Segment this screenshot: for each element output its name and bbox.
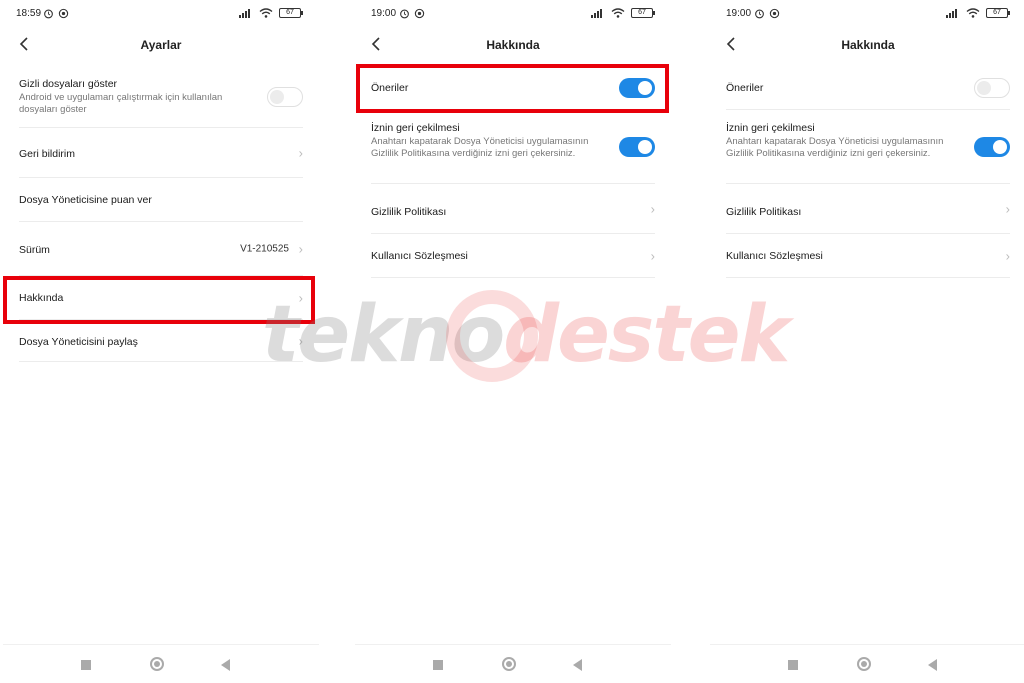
- settings-list: Gizli dosyaları göster Android ve uygula…: [3, 66, 319, 362]
- status-time: 18:59: [16, 8, 42, 19]
- row-subtitle: Android ve uygulamarı çalıştırmak için k…: [19, 92, 223, 115]
- header: Hakkında: [355, 30, 671, 60]
- chevron-right-icon: ›: [298, 145, 303, 160]
- consent-withdrawal-toggle[interactable]: [974, 136, 1010, 157]
- row-title: İznin geri çekilmesi: [371, 122, 460, 134]
- row-title: Kullanıcı Sözleşmesi: [726, 250, 823, 262]
- row-rate-app[interactable]: Dosya Yöneticisine puan ver: [19, 178, 303, 222]
- settings-screen: 18:59 67 Ayarlar Gizli dosyaları göster …: [3, 0, 319, 683]
- row-version[interactable]: Sürüm V1-210525 ›: [19, 222, 303, 276]
- status-time: 19:00: [371, 8, 397, 19]
- row-title: Gizli dosyaları göster: [19, 78, 118, 90]
- chevron-right-icon: ›: [298, 333, 303, 348]
- row-consent-withdrawal[interactable]: İznin geri çekilmesi Anahtarı kapatarak …: [371, 110, 655, 184]
- home-icon[interactable]: [857, 657, 871, 671]
- signal-icon: [591, 9, 602, 18]
- chevron-right-icon: ›: [1005, 201, 1010, 216]
- row-user-agreement[interactable]: Kullanıcı Sözleşmesi ›: [371, 234, 655, 278]
- page-title: Hakkında: [841, 38, 895, 52]
- row-title: Öneriler: [371, 82, 409, 94]
- row-suggestions[interactable]: Öneriler: [726, 66, 1010, 110]
- page-title: Hakkında: [486, 38, 540, 52]
- battery-icon: 67: [279, 8, 303, 18]
- status-bar: 19:00 67: [710, 6, 1024, 22]
- status-time: 19:00: [726, 8, 752, 19]
- nav-bar: [3, 644, 319, 683]
- header: Hakkında: [710, 30, 1024, 60]
- chevron-right-icon: ›: [1005, 248, 1010, 263]
- wifi-icon: [966, 8, 980, 18]
- signal-icon: [946, 9, 957, 18]
- home-icon[interactable]: [502, 657, 516, 671]
- row-privacy-policy[interactable]: Gizlilik Politikası ›: [726, 184, 1010, 234]
- recents-icon[interactable]: [788, 660, 798, 670]
- alarm-icon: [44, 9, 53, 19]
- status-bar: 18:59 67: [3, 6, 319, 22]
- recents-icon[interactable]: [81, 660, 91, 670]
- about-screen-disabled: 19:00 67 Hakkında Öneriler İznin geri çe…: [710, 0, 1024, 683]
- chevron-right-icon: ›: [650, 201, 655, 216]
- nav-bar: [355, 644, 671, 683]
- alarm-icon: [400, 9, 409, 19]
- nav-bar: [710, 644, 1024, 683]
- row-feedback[interactable]: Geri bildirim ›: [19, 128, 303, 178]
- about-list: Öneriler İznin geri çekilmesi Anahtarı k…: [355, 66, 671, 278]
- back-icon[interactable]: [573, 659, 582, 671]
- row-about[interactable]: Hakkında ›: [19, 276, 303, 320]
- battery-icon: 67: [986, 8, 1010, 18]
- row-user-agreement[interactable]: Kullanıcı Sözleşmesi ›: [726, 234, 1010, 278]
- signal-icon: [239, 9, 250, 18]
- row-subtitle: Anahtarı kapatarak Dosya Yöneticisi uygu…: [726, 136, 944, 159]
- status-bar: 19:00 67: [355, 6, 671, 22]
- row-share-app[interactable]: Dosya Yöneticisini paylaş ›: [19, 320, 303, 362]
- row-title: Kullanıcı Sözleşmesi: [371, 250, 468, 262]
- show-hidden-files-toggle[interactable]: [267, 86, 303, 107]
- row-show-hidden-files[interactable]: Gizli dosyaları göster Android ve uygula…: [19, 66, 303, 128]
- row-title: Geri bildirim: [19, 148, 76, 160]
- chevron-right-icon: ›: [298, 290, 303, 305]
- chevron-right-icon: ›: [650, 248, 655, 263]
- row-title: Gizlilik Politikası: [371, 206, 447, 218]
- about-screen: 19:00 67 Hakkında Öneriler İznin geri çe…: [355, 0, 671, 683]
- notification-icon: [769, 8, 780, 19]
- row-privacy-policy[interactable]: Gizlilik Politikası ›: [371, 184, 655, 234]
- consent-withdrawal-toggle[interactable]: [619, 136, 655, 157]
- header: Ayarlar: [3, 30, 319, 60]
- page-title: Ayarlar: [140, 38, 182, 52]
- alarm-icon: [755, 9, 764, 19]
- row-title: İznin geri çekilmesi: [726, 122, 815, 134]
- row-title: Gizlilik Politikası: [726, 206, 802, 218]
- notification-icon: [414, 8, 425, 19]
- suggestions-toggle[interactable]: [974, 77, 1010, 98]
- row-suggestions[interactable]: Öneriler: [371, 66, 655, 110]
- recents-icon[interactable]: [433, 660, 443, 670]
- back-icon[interactable]: [928, 659, 937, 671]
- suggestions-toggle[interactable]: [619, 77, 655, 98]
- row-title: Dosya Yöneticisine puan ver: [19, 194, 152, 206]
- version-value: V1-210525: [240, 243, 289, 254]
- chevron-right-icon: ›: [298, 241, 303, 256]
- back-icon[interactable]: [221, 659, 230, 671]
- row-title: Hakkında: [19, 292, 64, 304]
- row-title: Öneriler: [726, 82, 764, 94]
- row-subtitle: Anahtarı kapatarak Dosya Yöneticisi uygu…: [371, 136, 589, 159]
- row-consent-withdrawal[interactable]: İznin geri çekilmesi Anahtarı kapatarak …: [726, 110, 1010, 184]
- wifi-icon: [611, 8, 625, 18]
- wifi-icon: [259, 8, 273, 18]
- home-icon[interactable]: [150, 657, 164, 671]
- row-title: Dosya Yöneticisini paylaş: [19, 336, 138, 348]
- battery-icon: 67: [631, 8, 655, 18]
- about-list: Öneriler İznin geri çekilmesi Anahtarı k…: [710, 66, 1024, 278]
- notification-icon: [58, 8, 69, 19]
